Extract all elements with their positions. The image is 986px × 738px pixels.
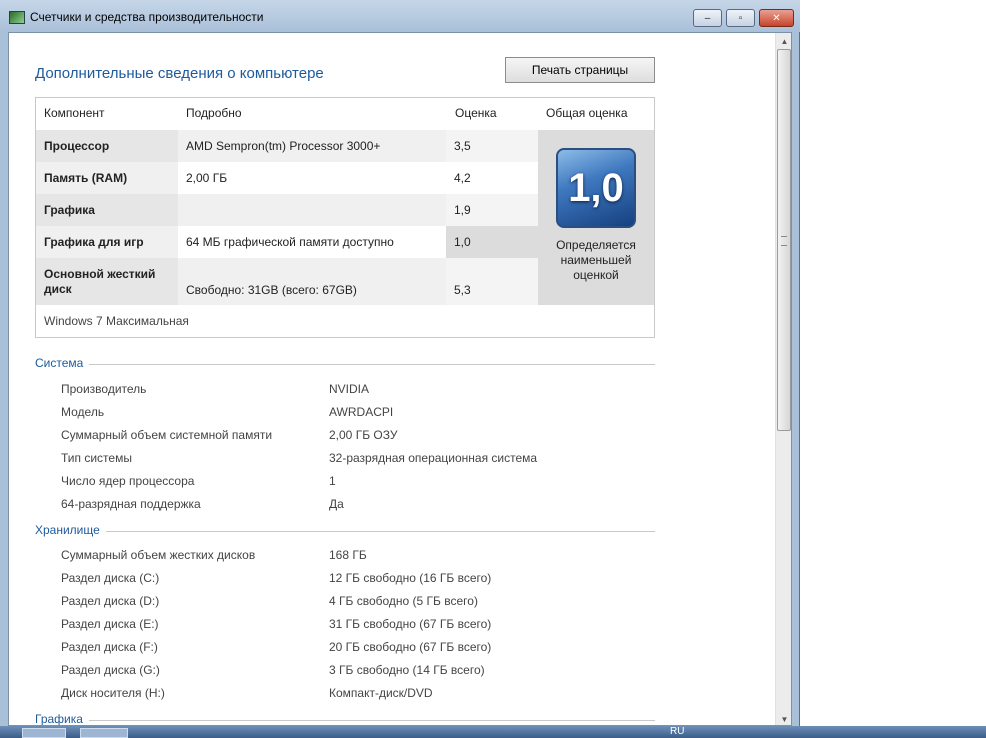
property-label: Производитель <box>61 382 147 396</box>
property-value: 2,00 ГБ ОЗУ <box>329 428 398 442</box>
close-icon: ✕ <box>772 12 781 24</box>
property-label: Раздел диска (C:) <box>61 571 160 585</box>
property-label: Число ядер процессора <box>61 474 195 488</box>
minimize-icon: – <box>704 12 711 24</box>
property-value: 31 ГБ свободно (67 ГБ всего) <box>329 617 492 631</box>
taskbar: RU <box>0 726 986 738</box>
row-component: Графика <box>36 194 178 226</box>
scroll-thumb[interactable] <box>777 49 791 431</box>
overall-score-note: Определяется наименьшей оценкой <box>556 238 636 282</box>
property-label: Тип системы <box>61 451 132 465</box>
app-window: Счетчики и средства производительности –… <box>0 0 800 726</box>
start-button[interactable] <box>22 728 66 738</box>
scroll-down-button[interactable]: ▼ <box>776 711 791 725</box>
property-value: 3 ГБ свободно (14 ГБ всего) <box>329 663 485 677</box>
header-overall: Общая оценка <box>546 106 628 120</box>
property-value: 1 <box>329 474 336 488</box>
row-details: 2,00 ГБ <box>186 171 228 185</box>
property-label: Суммарный объем системной памяти <box>61 428 273 442</box>
grip-icon <box>781 236 787 246</box>
scroll-up-button[interactable]: ▲ <box>776 33 791 49</box>
overall-score-panel: 1,0 Определяется наименьшей оценкой <box>538 130 654 305</box>
table-row: Графика для игр 64 МБ графической памяти… <box>36 226 538 258</box>
section-divider <box>35 720 655 721</box>
header-component: Компонент <box>44 106 105 120</box>
title-bar[interactable]: Счетчики и средства производительности –… <box>0 0 800 32</box>
header-details: Подробно <box>186 106 242 120</box>
property-value: Компакт-диск/DVD <box>329 686 433 700</box>
property-label: Раздел диска (G:) <box>61 663 160 677</box>
property-value: NVIDIA <box>329 382 370 396</box>
header-rating: Оценка <box>455 106 497 120</box>
arrow-down-icon: ▼ <box>780 714 789 724</box>
row-component: Основной жесткий диск <box>36 258 178 305</box>
row-rating-lowest: 1,0 <box>446 226 538 258</box>
row-rating: 1,9 <box>446 194 538 226</box>
tray-language[interactable]: RU <box>670 726 684 737</box>
maximize-icon: ▫ <box>738 12 743 24</box>
property-label: Раздел диска (F:) <box>61 640 158 654</box>
table-row: Основной жесткий диск Свободно: 31GB (вс… <box>36 258 538 305</box>
property-value: Да <box>329 497 344 511</box>
property-label: Раздел диска (E:) <box>61 617 159 631</box>
row-component: Графика для игр <box>36 226 178 258</box>
section-divider <box>35 364 655 365</box>
arrow-up-icon: ▲ <box>780 36 789 46</box>
row-rating: 4,2 <box>454 171 471 185</box>
property-value: 20 ГБ свободно (67 ГБ всего) <box>329 640 492 654</box>
client-area: Дополнительные сведения о компьютере Печ… <box>8 32 792 726</box>
row-details: 64 МБ графической памяти доступно <box>186 235 394 249</box>
section-title: Система <box>35 356 90 370</box>
section-title: Графика <box>35 712 89 725</box>
property-value: 32-разрядная операционная система <box>329 451 538 465</box>
section-system: Система <box>35 356 655 372</box>
property-value: AWRDACPI <box>329 405 394 419</box>
property-value: 168 ГБ <box>329 548 367 562</box>
property-label: Диск носителя (H:) <box>61 686 165 700</box>
windows-score-badge: 1,0 <box>556 148 636 228</box>
taskbar-app-button[interactable] <box>80 728 128 738</box>
performance-app-icon <box>9 11 25 24</box>
score-table: Компонент Подробно Оценка Общая оценка П… <box>35 97 655 338</box>
section-storage: Хранилище <box>35 523 655 539</box>
page-title: Дополнительные сведения о компьютере <box>35 65 324 82</box>
section-graphics: Графика <box>35 712 655 725</box>
row-component: Процессор <box>36 130 178 162</box>
property-label: Раздел диска (D:) <box>61 594 160 608</box>
vertical-scrollbar[interactable]: ▲ ▼ <box>775 33 791 725</box>
print-page-button[interactable]: Печать страницы <box>505 57 655 83</box>
property-label: Модель <box>61 405 105 419</box>
section-divider <box>35 531 655 532</box>
page-content: Дополнительные сведения о компьютере Печ… <box>9 33 775 725</box>
row-rating: 5,3 <box>446 258 538 305</box>
property-label: Суммарный объем жестких дисков <box>61 548 256 562</box>
row-details: Свободно: 31GB (всего: 67GB) <box>178 258 446 305</box>
window-title: Счетчики и средства производительности <box>30 10 264 24</box>
maximize-button[interactable]: ▫ <box>726 9 755 27</box>
close-button[interactable]: ✕ <box>759 9 794 27</box>
table-row: Графика 1,9 <box>36 194 538 226</box>
property-label: 64-разрядная поддержка <box>61 497 201 511</box>
minimize-button[interactable]: – <box>693 9 722 27</box>
row-component: Память (RAM) <box>36 162 178 194</box>
row-rating: 3,5 <box>446 130 538 162</box>
section-title: Хранилище <box>35 523 106 537</box>
property-value: 12 ГБ свободно (16 ГБ всего) <box>329 571 492 585</box>
overall-score: 1,0 <box>568 165 624 210</box>
table-row: Память (RAM) 2,00 ГБ 4,2 <box>36 162 538 194</box>
table-row: Процессор AMD Sempron(tm) Processor 3000… <box>36 130 538 162</box>
os-edition: Windows 7 Максимальная <box>44 314 189 328</box>
row-details <box>178 194 446 226</box>
property-value: 4 ГБ свободно (5 ГБ всего) <box>329 594 478 608</box>
row-details: AMD Sempron(tm) Processor 3000+ <box>178 130 446 162</box>
